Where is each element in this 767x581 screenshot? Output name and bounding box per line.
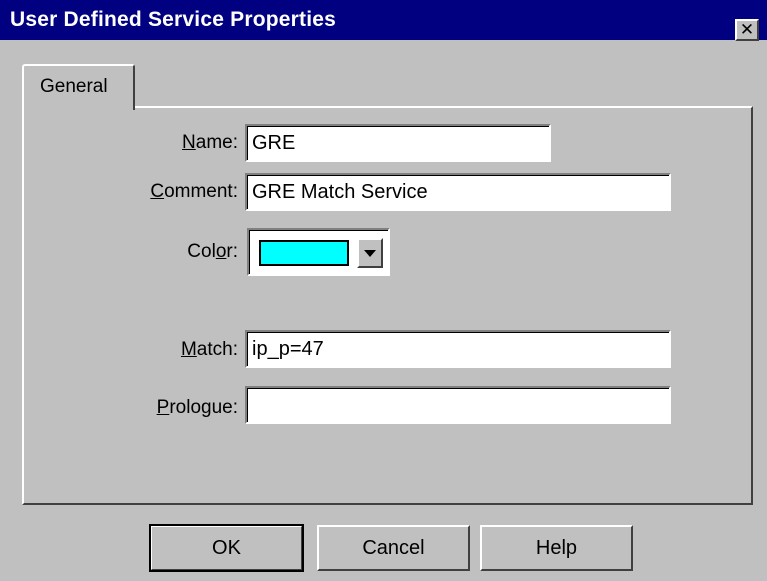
match-field-value: ip_p=47 [252, 337, 324, 360]
ok-button[interactable]: OK [149, 524, 304, 572]
tab-general[interactable]: General [22, 64, 135, 110]
color-swatch [259, 240, 349, 266]
name-label: Name: [182, 132, 238, 153]
color-label: Color: [187, 241, 238, 262]
match-label: Match: [180, 339, 238, 360]
comment-label: Comment: [150, 181, 238, 202]
match-field[interactable]: ip_p=47 [245, 330, 671, 368]
comment-field[interactable]: GRE Match Service [245, 173, 671, 211]
cancel-button[interactable]: Cancel [317, 525, 470, 571]
comment-field-value: GRE Match Service [252, 180, 428, 203]
name-field[interactable]: GRE [245, 124, 551, 162]
title-bar: User Defined Service Properties ✕ [0, 0, 767, 41]
help-button[interactable]: Help [480, 525, 633, 571]
window-title: User Defined Service Properties [10, 8, 337, 31]
tab-general-label: General [40, 76, 108, 97]
tab-panel-general [22, 106, 753, 505]
color-dropdown-button[interactable] [357, 238, 383, 268]
prologue-field[interactable] [245, 386, 671, 424]
close-button[interactable]: ✕ [735, 19, 759, 41]
color-select[interactable] [247, 228, 390, 276]
prologue-label: Prologue: [156, 397, 238, 418]
close-icon: ✕ [739, 19, 755, 40]
chevron-down-icon [364, 249, 376, 257]
name-field-value: GRE [252, 131, 296, 154]
